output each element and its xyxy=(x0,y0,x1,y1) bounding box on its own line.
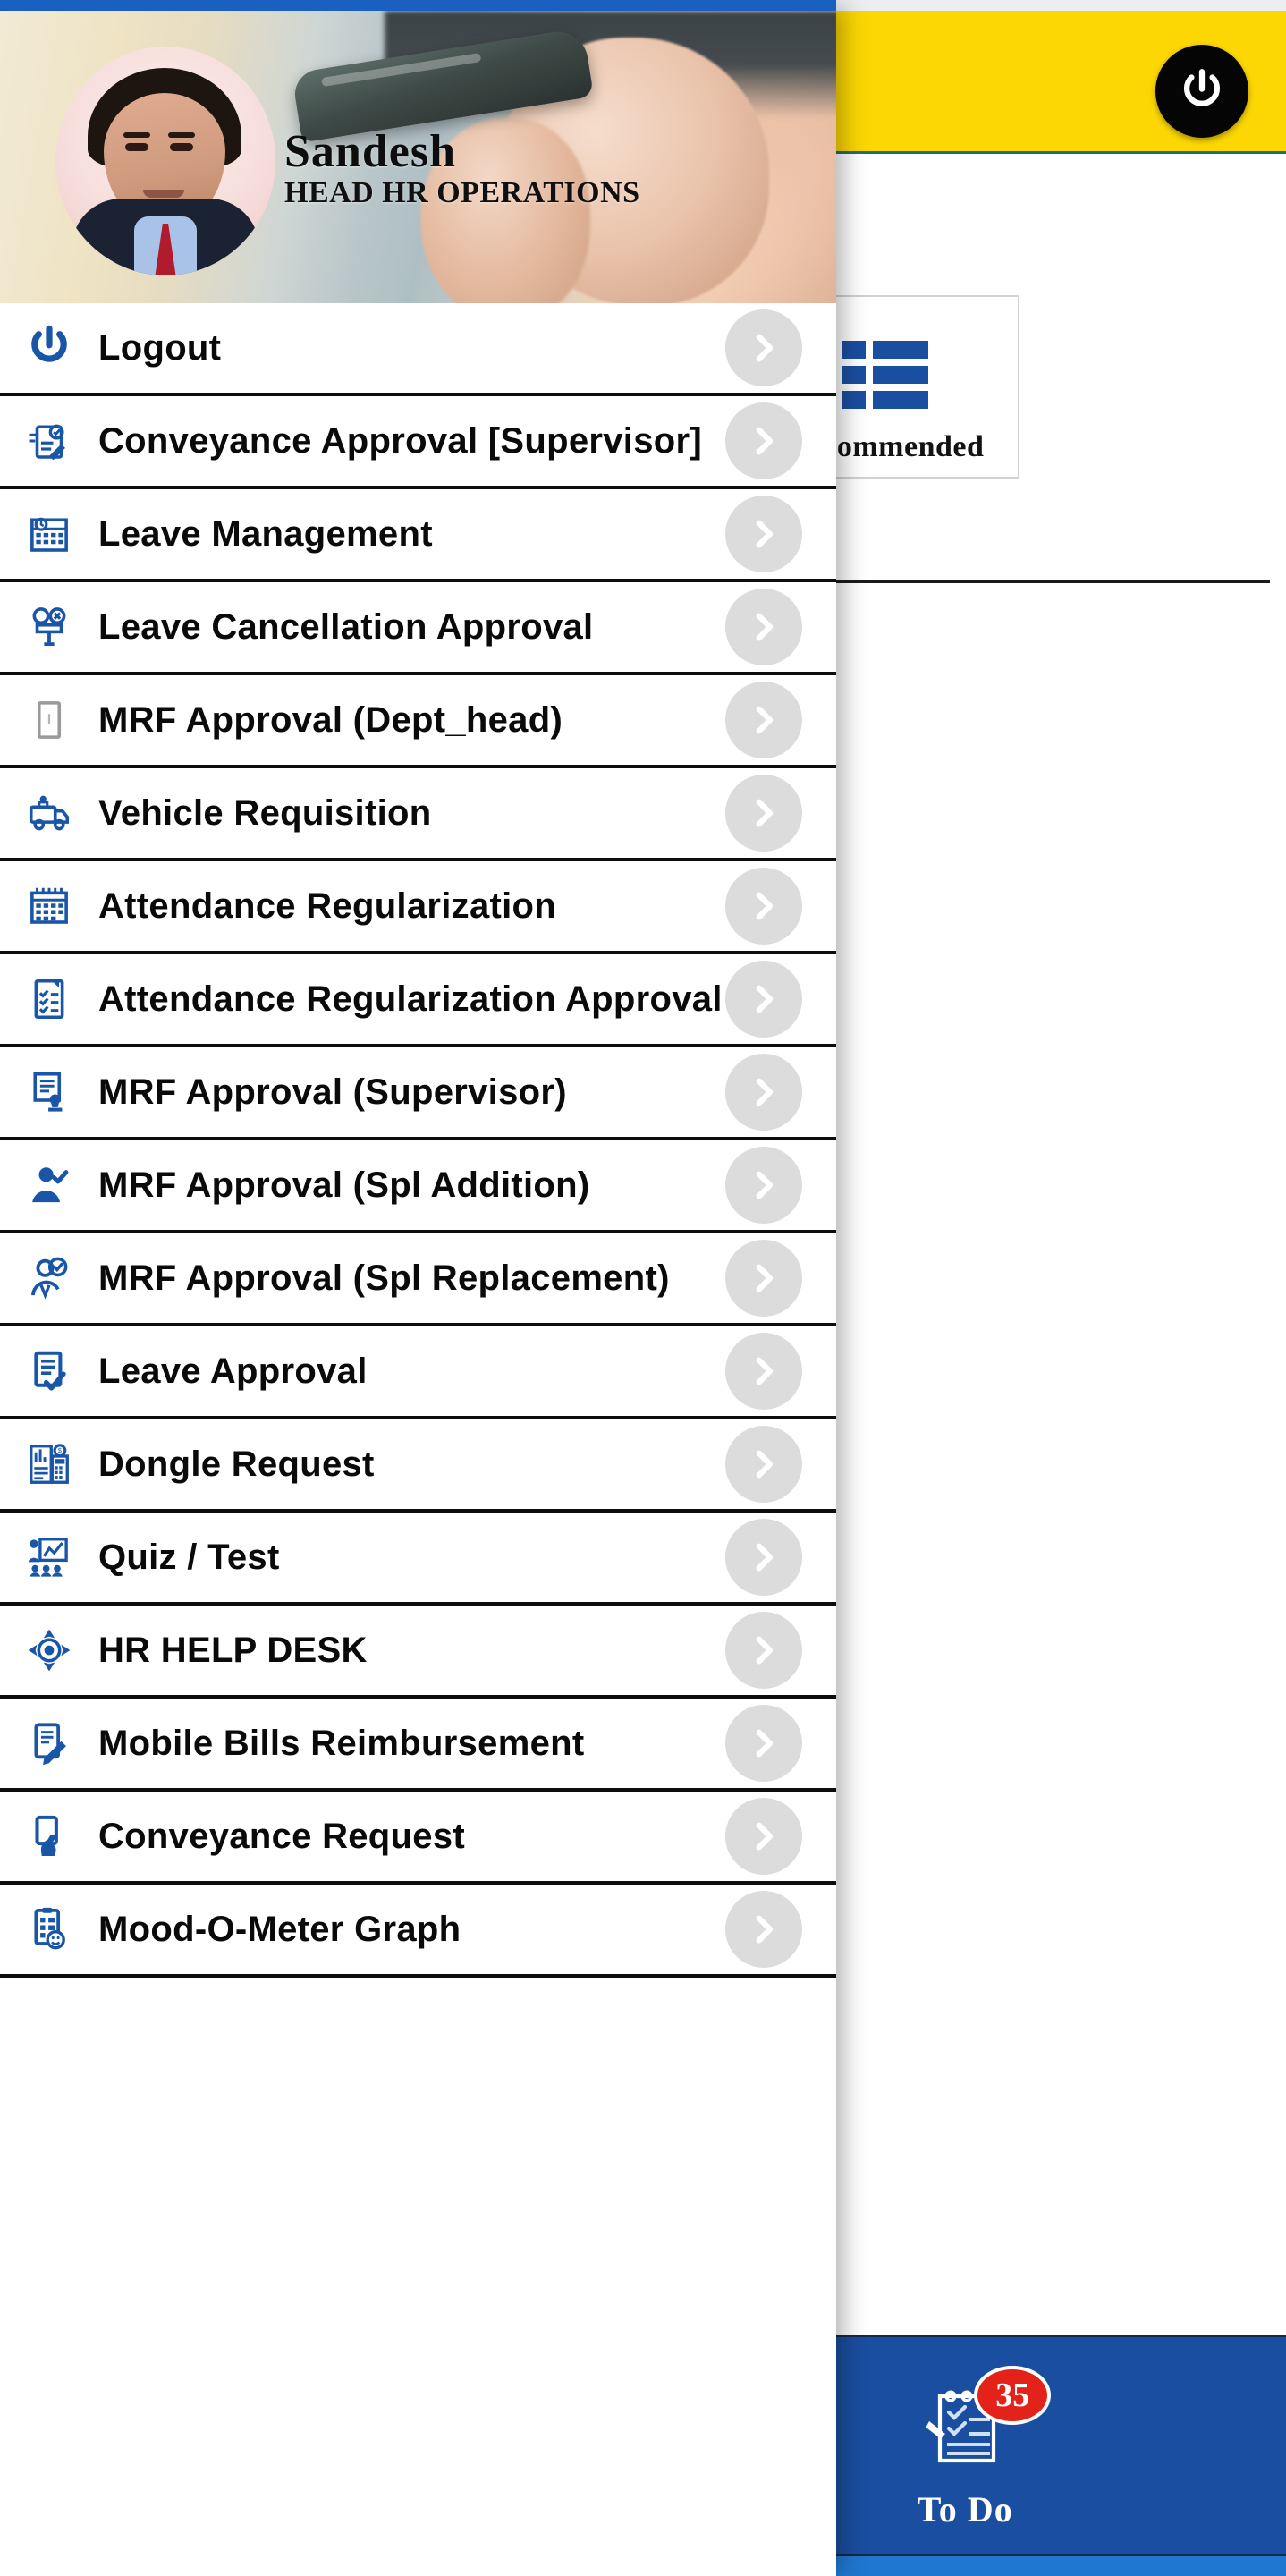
menu-item-leave-cancellation-approval[interactable]: Leave Cancellation Approval xyxy=(0,582,836,675)
chevron-right-icon[interactable] xyxy=(725,961,802,1038)
avatar-brow-left xyxy=(123,132,150,138)
menu-item-dongle-request[interactable]: $ Dongle Request xyxy=(0,1419,836,1513)
power-icon xyxy=(1183,69,1221,106)
todo-badge: 35 xyxy=(974,2366,1052,2425)
chevron-right-icon[interactable] xyxy=(725,868,802,945)
chevron-right-icon[interactable] xyxy=(725,1333,802,1410)
person-check-icon xyxy=(0,1161,98,1209)
menu-item-label: Mobile Bills Reimbursement xyxy=(98,1723,585,1763)
menu-item-label: MRF Approval (Spl Replacement) xyxy=(98,1258,670,1298)
menu-item-mobile-bills-reimbursement[interactable]: Mobile Bills Reimbursement xyxy=(0,1699,836,1792)
menu-item-conveyance-request[interactable]: Conveyance Request xyxy=(0,1792,836,1885)
calendar-clock-icon xyxy=(0,510,98,558)
nav-item-todo-label: To Do xyxy=(917,2489,1013,2529)
chevron-right-icon[interactable] xyxy=(725,1798,802,1875)
vehicle-icon xyxy=(0,789,98,837)
checklist-icon xyxy=(0,975,98,1023)
menu-item-mrf-approval-dept-head[interactable]: MRF Approval (Dept_head) xyxy=(0,675,836,768)
menu-item-label: MRF Approval (Spl Addition) xyxy=(98,1165,590,1205)
svg-text:$: $ xyxy=(58,1446,63,1454)
menu-item-vehicle-requisition[interactable]: Vehicle Requisition xyxy=(0,768,836,861)
document-check-icon xyxy=(0,1347,98,1395)
chevron-right-icon[interactable] xyxy=(725,1519,802,1596)
menu-item-label: Conveyance Approval [Supervisor] xyxy=(98,420,702,461)
avatar[interactable] xyxy=(55,47,275,275)
avatar-eye-left xyxy=(125,143,148,151)
chevron-right-icon[interactable] xyxy=(725,1426,802,1503)
mobile-bill-icon xyxy=(0,1719,98,1767)
menu-item-conveyance-approval-supervisor[interactable]: Conveyance Approval [Supervisor] xyxy=(0,396,836,489)
menu-item-label: Leave Management xyxy=(98,513,433,554)
app-root: ew pervisor] d xyxy=(0,0,1286,2576)
chevron-right-icon[interactable] xyxy=(725,1705,802,1782)
menu-item-mrf-approval-spl-replacement[interactable]: MRF Approval (Spl Replacement) xyxy=(0,1233,836,1326)
chevron-right-icon[interactable] xyxy=(725,1891,802,1968)
menu-item-leave-management[interactable]: Leave Management xyxy=(0,489,836,582)
chevron-right-icon[interactable] xyxy=(725,1054,802,1131)
menu-item-label: Leave Approval xyxy=(98,1351,368,1391)
document-blank-icon xyxy=(0,696,98,744)
drawer-top-accent xyxy=(0,0,836,11)
menu-item-quiz-test[interactable]: Quiz / Test xyxy=(0,1513,836,1606)
report-icon: $ xyxy=(0,1440,98,1488)
scroll-stamp-icon xyxy=(0,1068,98,1116)
chevron-right-icon[interactable] xyxy=(725,682,802,758)
chevron-right-icon[interactable] xyxy=(725,1147,802,1224)
menu-item-label: HR HELP DESK xyxy=(98,1630,368,1670)
avatar-brow-right xyxy=(168,132,195,138)
profile-name: Sandesh xyxy=(284,126,456,177)
menu-item-logout[interactable]: Logout xyxy=(0,303,836,396)
drawer-profile-header: Sandesh HEAD HR OPERATIONS xyxy=(0,11,836,303)
menu-item-label: Logout xyxy=(98,327,222,368)
calendar-icon xyxy=(0,882,98,930)
menu-item-label: Leave Cancellation Approval xyxy=(98,606,594,647)
menu-item-leave-approval[interactable]: Leave Approval xyxy=(0,1326,836,1419)
header-power-button[interactable] xyxy=(1155,45,1248,138)
menu-item-label: Attendance Regularization Approval xyxy=(98,979,723,1019)
chevron-right-icon[interactable] xyxy=(725,1612,802,1689)
menu-item-label: Vehicle Requisition xyxy=(98,792,432,833)
menu-item-label: Dongle Request xyxy=(98,1444,375,1484)
chevron-right-icon[interactable] xyxy=(725,496,802,572)
chevron-right-icon[interactable] xyxy=(725,775,802,852)
menu-item-label: Quiz / Test xyxy=(98,1537,280,1577)
menu-item-mrf-approval-supervisor[interactable]: MRF Approval (Supervisor) xyxy=(0,1047,836,1140)
compass-icon xyxy=(0,1626,98,1674)
power-icon xyxy=(0,324,98,372)
chevron-right-icon[interactable] xyxy=(725,402,802,479)
menu-item-attendance-regularization-approval[interactable]: Attendance Regularization Approval xyxy=(0,954,836,1047)
menu-item-attendance-regularization[interactable]: Attendance Regularization xyxy=(0,861,836,954)
chevron-right-icon[interactable] xyxy=(725,589,802,665)
menu-item-label: Conveyance Request xyxy=(98,1816,465,1856)
chevron-right-icon[interactable] xyxy=(725,309,802,386)
menu-item-label: Attendance Regularization xyxy=(98,886,557,926)
avatar-mouth xyxy=(143,190,184,198)
drawer-menu-list: Logout Conveyance Approval [Supervisor] … xyxy=(0,303,836,2576)
menu-item-label: Mood-O-Meter Graph xyxy=(98,1909,461,1949)
menu-item-mood-o-meter-graph[interactable]: Mood-O-Meter Graph xyxy=(0,1885,836,1978)
leave-cancel-icon xyxy=(0,603,98,651)
conveyance-approval-icon xyxy=(0,417,98,465)
drawer-empty-space xyxy=(0,1978,836,2576)
person-approve-icon xyxy=(0,1254,98,1302)
profile-role: HEAD HR OPERATIONS xyxy=(284,176,640,209)
navigation-drawer: Sandesh HEAD HR OPERATIONS Logout Convey… xyxy=(0,0,836,2576)
menu-item-hr-help-desk[interactable]: HR HELP DESK xyxy=(0,1606,836,1699)
menu-item-mrf-approval-spl-addition[interactable]: MRF Approval (Spl Addition) xyxy=(0,1140,836,1233)
phone-hand-icon xyxy=(0,1812,98,1860)
menu-item-label: MRF Approval (Dept_head) xyxy=(98,699,563,740)
presenter-icon xyxy=(0,1533,98,1581)
chevron-right-icon[interactable] xyxy=(725,1240,802,1317)
menu-item-label: MRF Approval (Supervisor) xyxy=(98,1072,567,1112)
avatar-eye-right xyxy=(170,143,193,151)
mood-meter-icon xyxy=(0,1905,98,1953)
